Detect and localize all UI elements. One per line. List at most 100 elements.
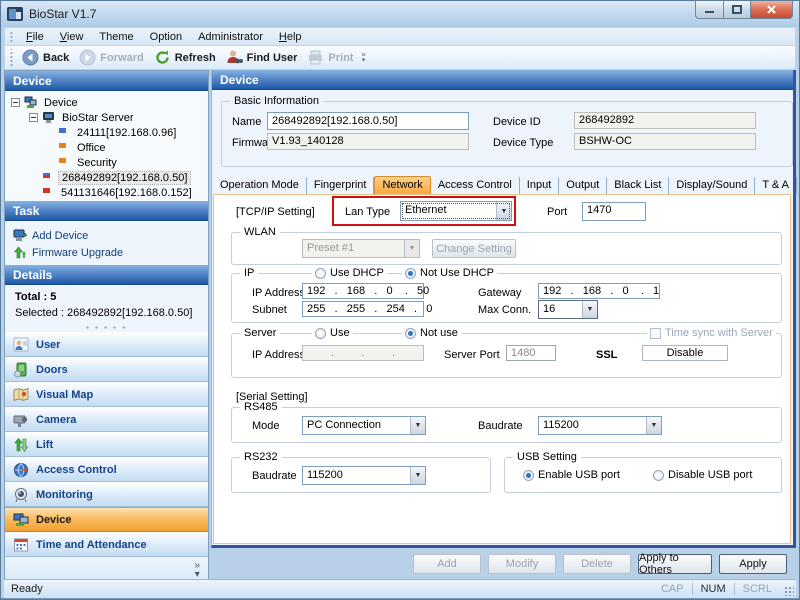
name-input[interactable] — [267, 112, 469, 130]
close-button[interactable] — [751, 1, 793, 19]
collapse-icon[interactable] — [29, 113, 38, 122]
status-ready: Ready — [4, 583, 43, 595]
tree-item-biostar-server[interactable]: BioStar Server — [5, 110, 208, 125]
lan-type-select[interactable]: Ethernet ▼ — [400, 201, 512, 221]
details-total: Total : 5 — [15, 291, 208, 303]
usb-setting-title: USB Setting — [513, 451, 581, 463]
tab-access-control[interactable]: Access Control — [431, 177, 520, 194]
add-button[interactable]: Add — [413, 554, 481, 574]
menu-administrator[interactable]: Administrator — [190, 29, 271, 45]
print-button[interactable]: Print — [303, 47, 359, 68]
rs232-group: RS232 Baudrate 115200 ▼ — [231, 457, 491, 493]
firmware-upgrade-link[interactable]: Firmware Upgrade — [13, 244, 208, 261]
server-icon — [42, 111, 55, 124]
menu-view[interactable]: View — [52, 29, 92, 45]
tab-display-sound[interactable]: Display/Sound — [669, 177, 755, 194]
find-user-button[interactable]: Find User — [222, 47, 304, 68]
toolbar-overflow-icon[interactable]: ≡▾ — [361, 53, 365, 63]
chevron-down-icon: ▼ — [404, 240, 419, 257]
tree-item-office[interactable]: Office — [5, 140, 208, 155]
refresh-button[interactable]: Refresh — [150, 47, 222, 68]
status-bar: Ready CAP NUM SCRL — [4, 579, 796, 598]
server-not-use-radio[interactable]: Not use — [402, 327, 461, 339]
server-ip-input[interactable]: . . . — [302, 345, 424, 361]
terminal-icon — [41, 171, 54, 184]
gateway-input[interactable]: 192 . 168 . 0 . 1 — [538, 283, 660, 299]
tab-black-list[interactable]: Black List — [607, 177, 669, 194]
rs485-mode-select[interactable]: PC Connection ▼ — [302, 416, 426, 435]
tree-item-268492892[interactable]: 268492892[192.168.0.50] — [5, 170, 208, 185]
device-id-value: 268492892 — [574, 112, 756, 129]
apply-to-others-button[interactable]: Apply to Others — [638, 554, 712, 574]
lift-icon — [13, 437, 29, 453]
terminal-icon — [57, 126, 70, 139]
enable-usb-radio[interactable]: Enable USB port — [523, 469, 620, 481]
sidebar-item-monitoring[interactable]: Monitoring — [5, 482, 208, 507]
not-use-dhcp-radio[interactable]: Not Use DHCP — [402, 267, 497, 279]
refresh-icon — [154, 49, 171, 66]
collapse-icon[interactable] — [11, 98, 20, 107]
maximize-icon — [732, 5, 742, 14]
add-device-link[interactable]: Add Device — [13, 227, 208, 244]
ssl-status-value: Disable — [642, 345, 728, 361]
menu-file[interactable]: File — [18, 29, 52, 45]
sidebar-item-time-attendance[interactable]: Time and Attendance — [5, 532, 208, 557]
disable-usb-radio[interactable]: Disable USB port — [653, 469, 752, 481]
tree-item-541131646[interactable]: 541131646[192.168.0.152] — [5, 185, 208, 200]
port-input[interactable]: 1470 — [582, 202, 646, 221]
change-setting-button[interactable]: Change Setting — [432, 239, 516, 258]
time-sync-checkbox[interactable]: Time sync with Server — [647, 327, 776, 339]
chevron-down-icon: ▼ — [582, 301, 597, 318]
rs485-baudrate-select[interactable]: 115200 ▼ — [538, 416, 662, 435]
server-port-input[interactable]: 1480 — [506, 345, 556, 361]
tree-item-24111[interactable]: 24111[192.168.0.96] — [5, 125, 208, 140]
wlan-preset-select[interactable]: Preset #1 ▼ — [302, 239, 420, 258]
server-use-radio[interactable]: Use — [312, 327, 353, 339]
rs232-baudrate-select[interactable]: 115200 ▼ — [302, 466, 426, 485]
sidebar-item-lift[interactable]: Lift — [5, 432, 208, 457]
max-conn-select[interactable]: 16 ▼ — [538, 300, 598, 319]
tab-operation-mode[interactable]: Operation Mode — [213, 177, 307, 194]
close-icon — [767, 5, 776, 14]
subnet-input[interactable]: 255 . 255 . 254 . 0 — [302, 301, 424, 317]
ip-address-input[interactable]: 192 . 168 . 0 . 50 — [302, 283, 424, 299]
tab-output[interactable]: Output — [559, 177, 607, 194]
back-button[interactable]: Back — [18, 47, 75, 68]
caps-lock-indicator: CAP — [653, 583, 692, 595]
user-icon — [13, 337, 29, 353]
tab-t-and-a[interactable]: T & A — [755, 177, 797, 194]
resize-grip[interactable] — [784, 586, 794, 596]
sidebar-device-header: Device — [5, 71, 208, 91]
sidebar-overflow-icon[interactable]: »▾ — [194, 561, 200, 579]
sidebar-item-doors[interactable]: Doors — [5, 357, 208, 382]
forward-button[interactable]: Forward — [75, 47, 149, 68]
sidebar-task-header: Task — [5, 201, 208, 221]
use-dhcp-radio[interactable]: Use DHCP — [312, 267, 387, 279]
access-control-icon — [13, 462, 29, 478]
chevron-down-icon: ▼ — [646, 417, 661, 434]
maximize-button[interactable] — [724, 1, 751, 19]
tree-item-security[interactable]: Security — [5, 155, 208, 170]
menu-help[interactable]: Help — [271, 29, 310, 45]
gateway-label: Gateway — [478, 287, 521, 299]
sidebar-item-visual-map[interactable]: Visual Map — [5, 382, 208, 407]
num-lock-indicator: NUM — [693, 583, 734, 595]
modify-button[interactable]: Modify — [488, 554, 556, 574]
terminal-icon — [41, 186, 54, 199]
tab-input[interactable]: Input — [520, 177, 559, 194]
delete-button[interactable]: Delete — [563, 554, 631, 574]
sidebar-item-camera[interactable]: Camera — [5, 407, 208, 432]
tree-item-device-root[interactable]: Device — [5, 95, 208, 110]
sidebar-item-access-control[interactable]: Access Control — [5, 457, 208, 482]
tab-network[interactable]: Network — [374, 176, 430, 194]
tab-fingerprint[interactable]: Fingerprint — [307, 177, 375, 194]
sidebar-splitter[interactable]: ▪ ▪ ▪ ▪ ▪ — [5, 323, 208, 332]
main-panel: Device Basic Information Name Firmware V… — [211, 70, 796, 548]
port-label: Port — [547, 206, 567, 218]
minimize-button[interactable] — [695, 1, 724, 19]
menu-theme[interactable]: Theme — [91, 29, 141, 45]
menu-option[interactable]: Option — [142, 29, 190, 45]
sidebar-item-user[interactable]: User — [5, 332, 208, 357]
apply-button[interactable]: Apply — [719, 554, 787, 574]
sidebar-item-device[interactable]: Device — [5, 507, 208, 532]
